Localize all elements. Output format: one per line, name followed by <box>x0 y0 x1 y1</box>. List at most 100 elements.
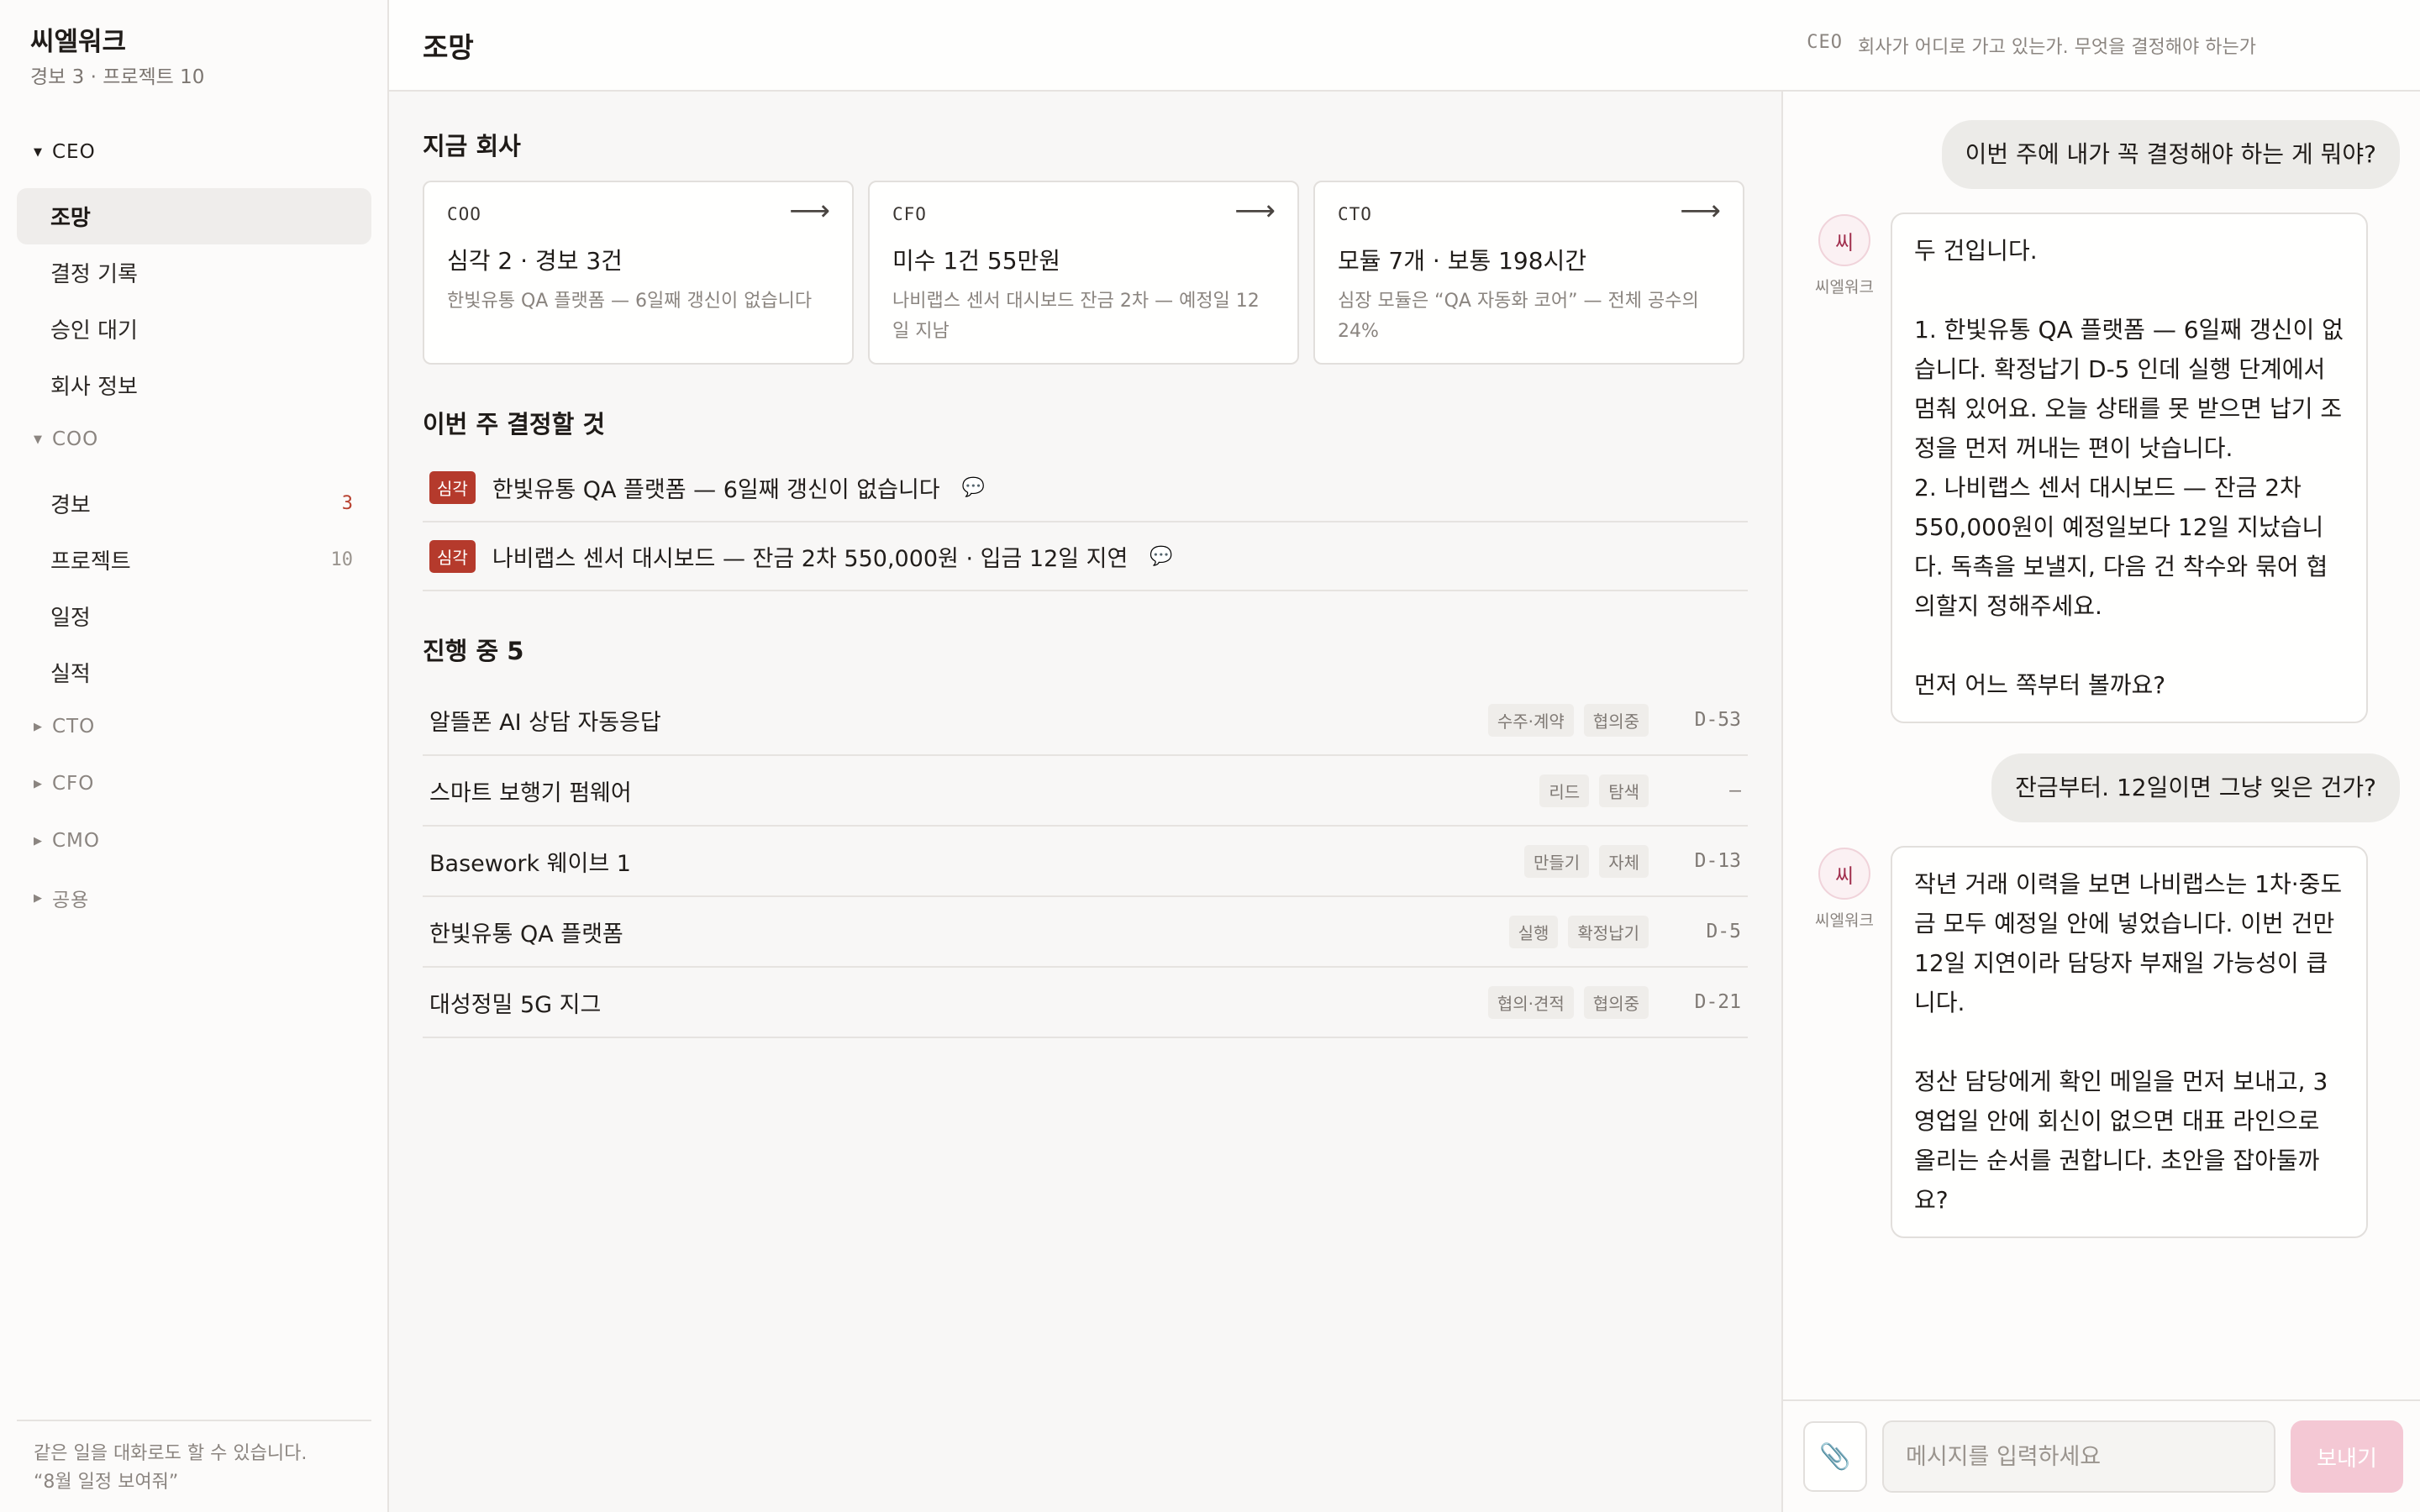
nav-group-cmo[interactable]: ▶ CMO <box>17 820 371 862</box>
sidebar-item-label: 프로젝트 <box>50 549 131 575</box>
project-due: D-5 <box>1706 921 1741 942</box>
project-due: D-13 <box>1694 850 1741 872</box>
sidebar-item-pending-approval[interactable]: 승인 대기 <box>17 301 371 357</box>
chat-messages[interactable]: 이번 주에 내가 꼭 결정해야 하는 게 뭐야? 씨 씨엘워크 두 건입니다. … <box>1783 92 2420 1399</box>
nav-group-label: COO <box>52 428 99 450</box>
chat-bubble-icon[interactable]: 💬 <box>962 477 985 498</box>
avatar: 씨 <box>1818 848 1870 900</box>
decision-item[interactable]: 심각 한빛유통 QA 플랫폼 — 6일째 갱신이 없습니다 💬 <box>423 454 1748 522</box>
assistant-identity: 씨 씨엘워크 <box>1807 848 1882 931</box>
card-role: COO <box>447 204 481 224</box>
send-button[interactable]: 보내기 <box>2291 1420 2403 1493</box>
project-status-tag: 탐색 <box>1599 774 1649 807</box>
arrow-right-icon: ⟶ <box>1680 194 1721 228</box>
attach-button[interactable]: 📎 <box>1803 1421 1867 1492</box>
assistant-message: 씨 씨엘워크 두 건입니다. 1. 한빛유통 QA 플랫폼 — 6일째 갱신이 … <box>1807 213 2400 723</box>
nav-group-cfo[interactable]: ▶ CFO <box>17 763 371 805</box>
sidebar-item-overview[interactable]: 조망 <box>17 188 371 244</box>
nav-group-label: CFO <box>52 773 95 795</box>
user-message-bubble: 잔금부터. 12일이면 그냥 잊은 건가? <box>1991 753 2400 822</box>
project-count-badge: 10 <box>330 549 354 570</box>
brand-name: 씨엘워크 <box>30 27 127 57</box>
project-name: 대성정밀 5G 지그 <box>429 991 602 1018</box>
sidebar-item-alerts[interactable]: 경보 3 <box>17 475 371 532</box>
sidebar-nav: ▼ CEO 조망 결정 기록 승인 대기 회사 정보 ▼ COO 경보 3 프로… <box>17 126 371 934</box>
user-message-bubble: 이번 주에 내가 꼭 결정해야 하는 게 뭐야? <box>1941 120 2400 189</box>
sidebar-item-label: 조망 <box>50 206 91 231</box>
hint-text: 같은 일을 대화로도 할 수 있습니다. <box>34 1443 308 1464</box>
card-description: 한빛유통 QA 플랫폼 — 6일째 갱신이 없습니다 <box>447 291 813 312</box>
main-area: 조망 CEO 회사가 어디로 가고 있는가. 무엇을 결정해야 하는가 지금 회… <box>389 0 2420 1512</box>
project-due: D-53 <box>1694 709 1741 731</box>
card-description: 나비랩스 센서 대시보드 잔금 2차 — 예정일 12일 지남 <box>892 291 1260 342</box>
project-row[interactable]: 알뜰폰 AI 상담 자동응답 수주·계약 협의중 D-53 <box>423 685 1748 756</box>
project-status-tag: 자체 <box>1599 844 1649 878</box>
project-due: – <box>1729 780 1741 801</box>
assistant-message: 씨 씨엘워크 작년 거래 이력을 보면 나비랩스는 1차·중도금 모두 예정일 … <box>1807 846 2400 1238</box>
decision-text: 한빛유통 QA 플랫폼 — 6일째 갱신이 없습니다 <box>492 476 940 503</box>
page-subtitle: 회사가 어디로 가고 있는가. 무엇을 결정해야 하는가 <box>1858 36 2256 58</box>
sidebar-item-performance[interactable]: 실적 <box>17 644 371 701</box>
project-name: Basework 웨이브 1 <box>429 850 631 877</box>
sidebar-item-decision-log[interactable]: 결정 기록 <box>17 244 371 301</box>
sidebar-item-projects[interactable]: 프로젝트 10 <box>17 532 371 588</box>
sidebar-item-schedule[interactable]: 일정 <box>17 588 371 644</box>
user-message: 잔금부터. 12일이면 그냥 잊은 건가? <box>1807 753 2400 822</box>
sidebar-item-label: 일정 <box>50 606 91 631</box>
message-input[interactable] <box>1882 1420 2275 1493</box>
summary-card-cto[interactable]: CTO ⟶ 모듈 7개 · 보통 198시간 심장 모듈은 “QA 자동화 코어… <box>1313 181 1744 365</box>
caret-right-icon: ▶ <box>34 891 42 905</box>
nav-group-label: CEO <box>52 141 96 163</box>
summary-card-coo[interactable]: COO ⟶ 심각 2 · 경보 3건 한빛유통 QA 플랫폼 — 6일째 갱신이… <box>423 181 854 365</box>
brand: 씨엘워크 경보 3 · 프로젝트 10 <box>30 24 204 91</box>
paperclip-icon: 📎 <box>1819 1442 1851 1471</box>
project-stage-tag: 실행 <box>1508 915 1559 948</box>
topbar: 조망 CEO 회사가 어디로 가고 있는가. 무엇을 결정해야 하는가 <box>389 0 2420 92</box>
section-title-company-now: 지금 회사 <box>423 132 521 160</box>
summary-cards: COO ⟶ 심각 2 · 경보 3건 한빛유통 QA 플랫폼 — 6일째 갱신이… <box>423 181 1748 365</box>
caret-right-icon: ▶ <box>34 720 42 733</box>
sidebar-item-label: 결정 기록 <box>50 262 138 287</box>
summary-card-cfo[interactable]: CFO ⟶ 미수 1건 55만원 나비랩스 센서 대시보드 잔금 2차 — 예정… <box>868 181 1299 365</box>
project-name: 한빛유통 QA 플랫폼 <box>429 921 623 948</box>
project-stage-tag: 협의·견적 <box>1487 985 1574 1019</box>
nav-group-label: CTO <box>52 716 96 738</box>
chat-panel: 이번 주에 내가 꼭 결정해야 하는 게 뭐야? 씨 씨엘워크 두 건입니다. … <box>1781 92 2420 1512</box>
project-due: D-21 <box>1694 991 1741 1013</box>
nav-group-shared[interactable]: ▶ 공용 <box>17 877 371 919</box>
dashboard-content: 지금 회사 COO ⟶ 심각 2 · 경보 3건 한빛유통 QA 플랫폼 — 6… <box>389 92 1781 1512</box>
project-name: 알뜰폰 AI 상담 자동응답 <box>429 709 661 736</box>
card-headline: 미수 1건 55만원 <box>892 247 1061 275</box>
alert-count-badge: 3 <box>341 493 353 514</box>
page-title: 조망 <box>423 30 474 64</box>
hint-example: “8월 일정 보여줘” <box>34 1472 179 1493</box>
caret-down-icon: ▼ <box>34 433 42 446</box>
avatar: 씨 <box>1818 214 1870 266</box>
sidebar-item-label: 회사 정보 <box>50 375 138 400</box>
nav-group-ceo[interactable]: ▼ CEO <box>17 131 371 173</box>
card-description: 심장 모듈은 “QA 자동화 코어” — 전체 공수의 24% <box>1338 291 1699 342</box>
section-title-in-progress: 진행 중 5 <box>423 637 524 665</box>
card-role: CFO <box>892 204 927 224</box>
page-context: CEO 회사가 어디로 가고 있는가. 무엇을 결정해야 하는가 <box>1807 32 2256 59</box>
decision-item[interactable]: 심각 나비랩스 센서 대시보드 — 잔금 2차 550,000원 · 입금 12… <box>423 522 1748 591</box>
project-status-tag: 협의중 <box>1583 985 1649 1019</box>
sidebar-item-company-info[interactable]: 회사 정보 <box>17 357 371 413</box>
project-row[interactable]: 스마트 보행기 펌웨어 리드 탐색 – <box>423 756 1748 827</box>
project-status-tag: 협의중 <box>1583 703 1649 737</box>
project-stage-tag: 만들기 <box>1523 844 1590 878</box>
decision-text: 나비랩스 센서 대시보드 — 잔금 2차 550,000원 · 입금 12일 지… <box>492 545 1128 572</box>
project-row[interactable]: 한빛유통 QA 플랫폼 실행 확정납기 D-5 <box>423 897 1748 968</box>
decision-list: 심각 한빛유통 QA 플랫폼 — 6일째 갱신이 없습니다 💬 심각 나비랩스 … <box>423 454 1748 591</box>
project-row[interactable]: 대성정밀 5G 지그 협의·견적 협의중 D-21 <box>423 968 1748 1038</box>
assistant-name: 씨엘워크 <box>1815 911 1874 930</box>
project-row[interactable]: Basework 웨이브 1 만들기 자체 D-13 <box>423 827 1748 897</box>
project-stage-tag: 수주·계약 <box>1487 703 1574 737</box>
nav-group-coo[interactable]: ▼ COO <box>17 418 371 460</box>
project-list: 알뜰폰 AI 상담 자동응답 수주·계약 협의중 D-53 스마트 보행기 펌웨… <box>423 685 1748 1038</box>
nav-group-cto[interactable]: ▶ CTO <box>17 706 371 748</box>
chat-bubble-icon[interactable]: 💬 <box>1150 546 1172 567</box>
severity-badge: 심각 <box>429 539 476 573</box>
sidebar-item-label: 실적 <box>50 662 91 687</box>
section-title-decisions: 이번 주 결정할 것 <box>423 410 606 438</box>
